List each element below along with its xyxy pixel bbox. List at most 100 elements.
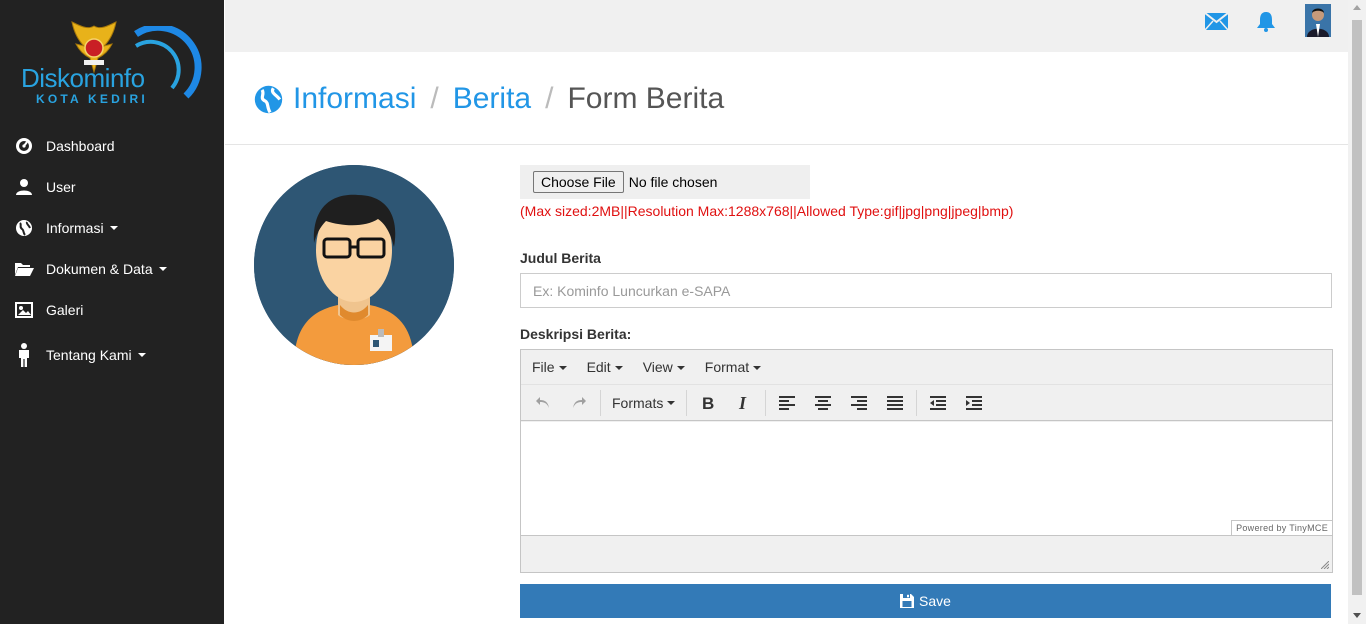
- sidebar: Diskominfo KOTA KEDIRI Dashboard User In…: [0, 0, 224, 624]
- menu-view[interactable]: View: [643, 359, 685, 375]
- menu-label: View: [642, 359, 673, 375]
- berita-form: Choose File No file chosen (Max sized:2M…: [520, 165, 1333, 573]
- person-icon: [14, 343, 34, 367]
- bold-icon: B: [702, 395, 714, 411]
- globe-icon: [254, 85, 283, 114]
- menu-file[interactable]: File: [532, 359, 567, 375]
- align-left-button[interactable]: [769, 388, 805, 418]
- scroll-down-arrow-icon[interactable]: [1353, 613, 1361, 618]
- redo-button[interactable]: [561, 388, 597, 418]
- outdent-button[interactable]: [920, 388, 956, 418]
- editor-toolbar: Formats B I: [521, 385, 1332, 421]
- breadcrumb-informasi[interactable]: Informasi: [293, 82, 416, 116]
- toolbar-divider: [916, 389, 918, 416]
- choose-file-button[interactable]: Choose File: [533, 171, 624, 193]
- powered-by-tinymce[interactable]: Powered by TinyMCE: [1231, 520, 1332, 536]
- logo-subtitle: KOTA KEDIRI: [36, 92, 148, 106]
- align-justify-icon: [887, 395, 904, 410]
- toolbar-divider: [765, 389, 767, 416]
- sidebar-item-label: Tentang Kami: [46, 347, 132, 363]
- align-justify-button[interactable]: [877, 388, 913, 418]
- sidebar-item-label: Dashboard: [46, 137, 115, 154]
- sidebar-item-tentang-kami[interactable]: Tentang Kami: [0, 330, 224, 380]
- chevron-down-icon: [558, 366, 567, 371]
- svg-text:I: I: [738, 395, 747, 411]
- menu-label: File: [532, 359, 555, 375]
- align-right-icon: [851, 395, 868, 410]
- chevron-down-icon: [667, 400, 676, 405]
- save-button[interactable]: Save: [520, 584, 1331, 618]
- page-header: Informasi / Berita / Form Berita: [225, 52, 1348, 145]
- menu-edit[interactable]: Edit: [587, 359, 623, 375]
- judul-label: Judul Berita: [520, 250, 601, 266]
- deskripsi-label: Deskripsi Berita:: [520, 326, 632, 342]
- outdent-icon: [930, 395, 947, 410]
- chevron-down-icon: [109, 225, 118, 230]
- folder-open-icon: [14, 260, 34, 278]
- user-icon: [14, 178, 34, 196]
- avatar[interactable]: [1305, 4, 1331, 37]
- sidebar-item-label: Galeri: [46, 301, 84, 318]
- chevron-down-icon: [753, 366, 762, 371]
- breadcrumb-berita[interactable]: Berita: [453, 82, 531, 116]
- editor-menubar: File Edit View Format: [521, 350, 1332, 385]
- envelope-icon[interactable]: [1204, 12, 1229, 33]
- italic-button[interactable]: I: [726, 388, 762, 418]
- scrollbar-thumb[interactable]: [1352, 20, 1362, 595]
- formats-label: Formats: [612, 394, 664, 411]
- bold-button[interactable]: B: [690, 388, 726, 418]
- picture-icon: [14, 301, 34, 319]
- resize-handle-icon[interactable]: [1321, 561, 1329, 569]
- file-requirements-note: (Max sized:2MB||Resolution Max:1288x768|…: [520, 203, 1014, 219]
- align-center-icon: [815, 395, 832, 410]
- menu-format[interactable]: Format: [704, 359, 762, 375]
- scroll-up-arrow-icon[interactable]: [1353, 5, 1361, 10]
- sidebar-item-galeri[interactable]: Galeri: [0, 289, 224, 330]
- italic-icon: I: [738, 395, 747, 411]
- vertical-scrollbar[interactable]: [1348, 0, 1366, 624]
- sidebar-item-user[interactable]: User: [0, 166, 224, 207]
- sidebar-item-dokumen-data[interactable]: Dokumen & Data: [0, 248, 224, 289]
- undo-button[interactable]: [525, 388, 561, 418]
- sidebar-item-label: Informasi: [46, 219, 104, 236]
- logo[interactable]: Diskominfo KOTA KEDIRI: [18, 18, 208, 113]
- chevron-down-icon: [676, 366, 685, 371]
- breadcrumb-form-berita: Form Berita: [567, 82, 725, 115]
- align-right-button[interactable]: [841, 388, 877, 418]
- person-avatar-illustration: [254, 165, 454, 365]
- floppy-disk-icon: [900, 594, 915, 608]
- redo-icon: [573, 396, 586, 408]
- sidebar-nav: Dashboard User Informasi Dokumen & Data: [0, 125, 224, 380]
- save-label: Save: [919, 593, 951, 609]
- toolbar-divider: [686, 389, 688, 416]
- logo-name: Diskominfo: [21, 63, 145, 93]
- formats-dropdown[interactable]: Formats: [604, 388, 683, 418]
- dashboard-icon: [14, 137, 34, 155]
- breadcrumb-separator: /: [545, 82, 554, 115]
- menu-label: Edit: [586, 359, 611, 375]
- chevron-down-icon: [137, 353, 146, 357]
- rich-text-editor: File Edit View Format Formats B I Powere…: [520, 349, 1333, 573]
- indent-button[interactable]: [956, 388, 992, 418]
- sidebar-item-label: User: [46, 178, 76, 195]
- align-left-icon: [779, 395, 796, 410]
- editor-content-area[interactable]: Powered by TinyMCE: [521, 422, 1332, 536]
- sidebar-item-informasi[interactable]: Informasi: [0, 207, 224, 248]
- menu-label: Format: [704, 359, 750, 375]
- sidebar-item-dashboard[interactable]: Dashboard: [0, 125, 224, 166]
- bell-icon[interactable]: [1256, 11, 1276, 35]
- toolbar-divider: [600, 389, 601, 416]
- judul-input[interactable]: [520, 273, 1332, 308]
- file-status-text: No file chosen: [628, 174, 718, 190]
- chevron-down-icon: [614, 366, 623, 371]
- file-input[interactable]: Choose File No file chosen: [520, 165, 810, 199]
- globe-icon: [14, 219, 34, 237]
- breadcrumb: Informasi / Berita / Form Berita: [254, 82, 724, 116]
- top-bar: [225, 0, 1348, 52]
- svg-text:B: B: [702, 395, 714, 411]
- sidebar-item-label: Dokumen & Data: [46, 260, 153, 277]
- align-center-button[interactable]: [805, 388, 841, 418]
- indent-icon: [966, 395, 983, 410]
- news-image-preview: [254, 165, 454, 365]
- undo-icon: [536, 396, 549, 408]
